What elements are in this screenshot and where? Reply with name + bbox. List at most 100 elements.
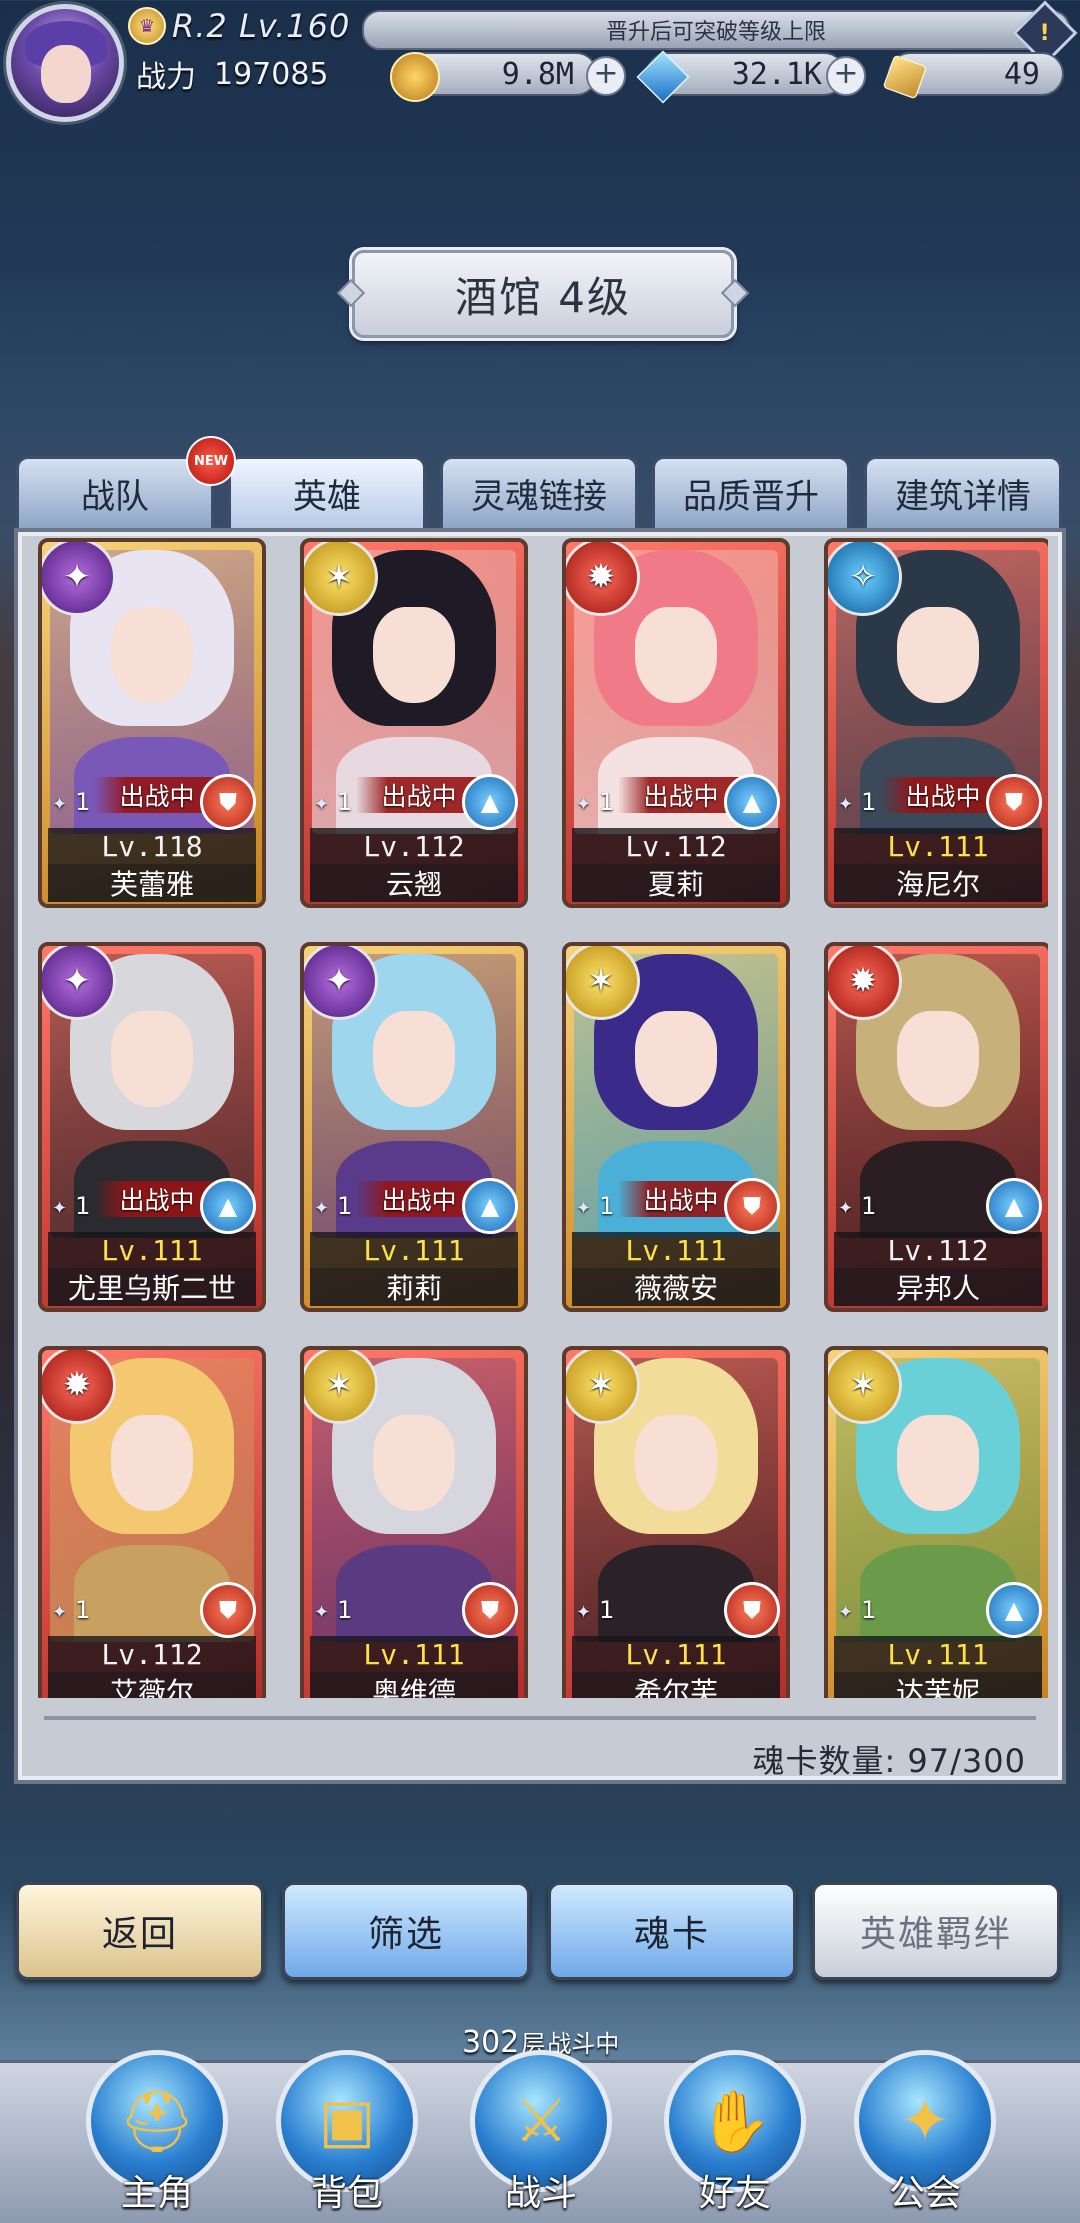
hero-name: 莉莉 — [310, 1268, 518, 1306]
rank-value: 1 — [861, 1192, 877, 1220]
hero-card[interactable]: ✶ ✦ 1 ⛊ Lv.111 奥维德 — [300, 1346, 528, 1698]
hero-card[interactable]: ✦ 出战中 ✦ 1 ▲ Lv.111 尤里乌斯二世 — [38, 942, 266, 1312]
hero-name: 云翘 — [310, 864, 518, 902]
hero-rank: ✦ 1 — [52, 788, 90, 816]
rank-icon: ✦ — [52, 794, 68, 815]
nav-label: 主角 — [120, 2173, 193, 2214]
top-bar: ♛ R.2 Lv.160 晋升后可突破等级上限 ! 战力 197085 9.8M… — [0, 0, 1080, 122]
hero-card[interactable]: ✶ 出战中 ✦ 1 ⛊ Lv.111 薇薇安 — [562, 942, 790, 1312]
nav-battle[interactable]: ⚔ 战斗 — [466, 2050, 616, 2214]
rank-value: 1 — [75, 1192, 91, 1220]
hero-level: Lv.111 — [572, 1636, 780, 1672]
element-yellow-icon: ✶ — [304, 1350, 378, 1424]
hero-card[interactable]: ✶ ✦ 1 ⛊ Lv.111 希尔芙 — [562, 1346, 790, 1698]
element-yellow-icon: ✶ — [566, 1350, 640, 1424]
gold-value: 9.8M — [501, 56, 574, 92]
notice-text: 晋升后可突破等级上限 — [605, 20, 826, 45]
hero-card[interactable]: ✧ 出战中 ✦ 1 ⛊ Lv.111 海尼尔 — [824, 538, 1048, 908]
hero-card-grid[interactable]: ✦ 出战中 ✦ 1 ⛊ Lv.118 芙蕾雅 ✶ 出战中 ✦ 1 ▲ Lv.112 云翘 ✹ 出战中 ✦ 1 ▲ Lv… — [38, 538, 1048, 1698]
hero-name: 尤里乌斯二世 — [48, 1268, 256, 1306]
rank-value: 1 — [337, 1596, 353, 1624]
rank-value: 1 — [337, 1192, 353, 1220]
hero-bond-label: 英雄羁绊 — [859, 1914, 1012, 1955]
tab-team[interactable]: 战队 — [16, 456, 214, 528]
hero-level: Lv.112 — [48, 1636, 256, 1672]
hero-level: Lv.112 — [572, 828, 780, 864]
tab-soul-link[interactable]: 灵魂链接 — [440, 456, 638, 528]
hero-bond-button[interactable]: 英雄羁绊 — [812, 1882, 1060, 1980]
player-avatar[interactable] — [6, 4, 124, 122]
tab-label: 建筑详情 — [895, 477, 1031, 517]
element-blue-icon: ✧ — [828, 542, 902, 616]
power-value: 197085 — [214, 56, 329, 92]
hero-name: 艾薇尔 — [48, 1672, 256, 1698]
mage-hat-icon: ▲ — [724, 774, 780, 830]
hero-card[interactable]: ✹ 出战中 ✦ 1 ▲ Lv.112 夏莉 — [562, 538, 790, 908]
hero-card[interactable]: ✦ 出战中 ✦ 1 ⛊ Lv.118 芙蕾雅 — [38, 538, 266, 908]
rank-icon: ✦ — [838, 794, 854, 815]
tab-label: 品质晋升 — [683, 477, 819, 517]
mage-hat-icon: ▲ — [462, 774, 518, 830]
nav-hero[interactable]: ⛑ 主角 — [82, 2050, 232, 2214]
warrior-helmet-icon: ⛊ — [200, 1582, 256, 1638]
rank-icon: ✦ — [576, 1602, 592, 1623]
hero-level: Lv.112 — [310, 828, 518, 864]
tab-heroes[interactable]: 英雄 — [228, 456, 426, 528]
add-gold-button[interactable]: + — [586, 56, 626, 96]
gem-currency: 32.1K — [636, 50, 846, 104]
nav-label: 背包 — [310, 2173, 383, 2214]
hero-card[interactable]: ✶ 出战中 ✦ 1 ▲ Lv.112 云翘 — [300, 538, 528, 908]
hero-card[interactable]: ✹ ✦ 1 ⛊ Lv.112 艾薇尔 — [38, 1346, 266, 1698]
hero-card[interactable]: ✶ ✦ 1 ▲ Lv.111 达芙妮 — [824, 1346, 1048, 1698]
hero-rank: ✦ 1 — [576, 1192, 614, 1220]
hero-name: 薇薇安 — [572, 1268, 780, 1306]
rank-value: 1 — [599, 1596, 615, 1624]
mage-hat-icon: ▲ — [462, 1178, 518, 1234]
soul-card-label: 魂卡 — [633, 1914, 710, 1955]
hero-name: 希尔芙 — [572, 1672, 780, 1698]
nav-friends[interactable]: ✋ 好友 — [660, 2050, 810, 2214]
hero-rank: ✦ 1 — [314, 1596, 352, 1624]
ticket-value: 49 — [1003, 56, 1040, 92]
hero-rank: ✦ 1 — [314, 1192, 352, 1220]
tab-bar: 战队 NEW 英雄 灵魂链接 品质晋升 建筑详情 — [16, 436, 1064, 528]
element-purple-icon: ✦ — [42, 946, 116, 1020]
add-gem-button[interactable]: + — [826, 56, 866, 96]
power-display: 战力 197085 — [136, 52, 376, 96]
soul-card-button[interactable]: 魂卡 — [548, 1882, 796, 1980]
element-purple-icon: ✦ — [42, 542, 116, 616]
rank-icon: ✦ — [314, 794, 330, 815]
hero-panel: ✦ 出战中 ✦ 1 ⛊ Lv.118 芙蕾雅 ✶ 出战中 ✦ 1 ▲ Lv.112 云翘 ✹ 出战中 ✦ 1 ▲ Lv… — [14, 528, 1066, 1784]
building-title: 酒馆 4级 — [352, 250, 734, 338]
hero-rank: ✦ 1 — [314, 788, 352, 816]
nav-backpack[interactable]: ▣ 背包 — [272, 2050, 422, 2214]
element-red-icon: ✹ — [42, 1350, 116, 1424]
promotion-notice[interactable]: 晋升后可突破等级上限 ! — [362, 0, 1078, 66]
warrior-helmet-icon: ⛊ — [462, 1582, 518, 1638]
element-yellow-icon: ✶ — [828, 1350, 902, 1424]
panel-divider — [44, 1716, 1036, 1720]
ticket-icon — [882, 54, 928, 100]
hero-level: Lv.111 — [834, 1636, 1042, 1672]
new-badge: NEW — [186, 436, 236, 486]
tab-quality-promotion[interactable]: 品质晋升 — [652, 456, 850, 528]
nav-guild[interactable]: ✦ 公会 — [850, 2050, 1000, 2214]
hero-rank: ✦ 1 — [838, 1192, 876, 1220]
mage-hat-icon: ▲ — [986, 1582, 1042, 1638]
rank-icon: ✦ — [52, 1198, 68, 1219]
hero-name: 奥维德 — [310, 1672, 518, 1698]
filter-button[interactable]: 筛选 — [282, 1882, 530, 1980]
back-button[interactable]: 返回 — [16, 1882, 264, 1980]
hero-card[interactable]: ✹ ✦ 1 ▲ Lv.112 异邦人 — [824, 942, 1048, 1312]
element-red-icon: ✹ — [566, 542, 640, 616]
rank-value: 1 — [75, 1596, 91, 1624]
tab-building-details[interactable]: 建筑详情 — [864, 456, 1062, 528]
element-red-icon: ✹ — [828, 946, 902, 1020]
gold-coin-icon — [390, 52, 440, 102]
hero-rank: ✦ 1 — [52, 1192, 90, 1220]
rank-icon: ✦ — [838, 1198, 854, 1219]
hero-name: 达芙妮 — [834, 1672, 1042, 1698]
hero-card[interactable]: ✦ 出战中 ✦ 1 ▲ Lv.111 莉莉 — [300, 942, 528, 1312]
nav-label: 公会 — [888, 2173, 961, 2214]
hero-rank: ✦ 1 — [838, 788, 876, 816]
